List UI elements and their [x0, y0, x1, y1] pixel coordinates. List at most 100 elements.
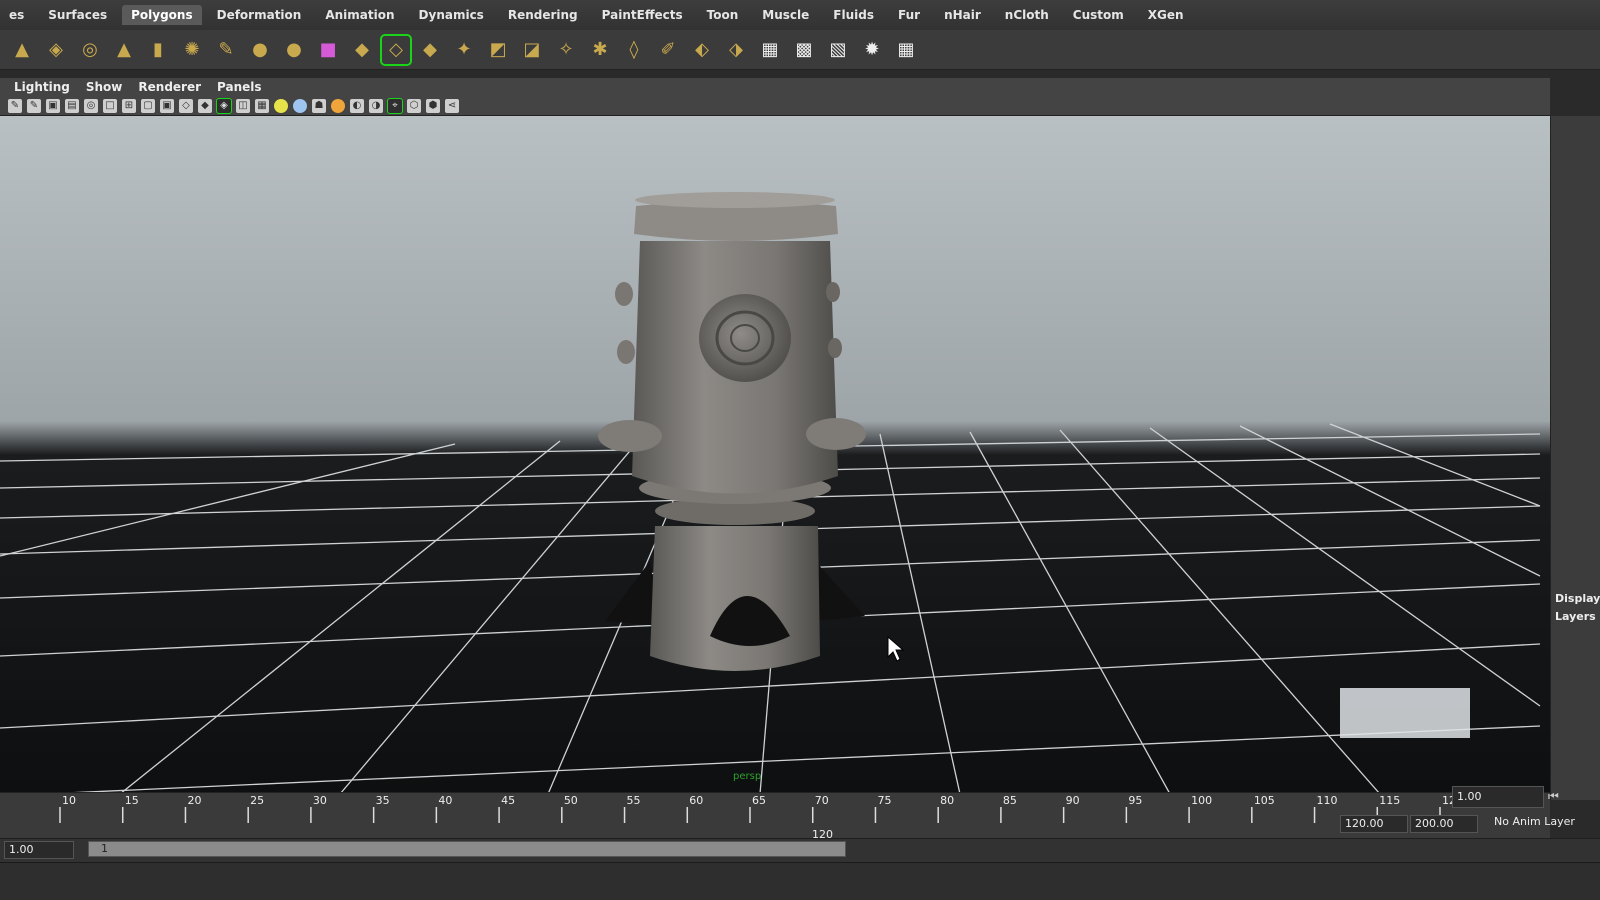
2d-pan-zoom-icon[interactable]: ◎: [84, 98, 98, 113]
status-line: [0, 862, 1600, 900]
extract-icon[interactable]: ◆: [416, 36, 444, 64]
current-frame-field[interactable]: 1.00: [1452, 786, 1544, 808]
shelf-tab-fur[interactable]: Fur: [889, 5, 929, 25]
separate-icon[interactable]: ◇: [380, 33, 412, 66]
display-tab[interactable]: Display: [1555, 592, 1600, 605]
animation-end-field[interactable]: 200.00: [1410, 815, 1478, 833]
shelf-tab-xgen[interactable]: XGen: [1139, 5, 1193, 25]
perspective-viewport[interactable]: [0, 116, 1550, 794]
resolution-gate-icon[interactable]: ▣: [160, 98, 174, 113]
grid-icon[interactable]: ⊞: [122, 98, 136, 113]
grease-pencil-icon[interactable]: □: [103, 98, 117, 113]
append-icon[interactable]: ✱: [586, 36, 614, 64]
shelf-tab-toon[interactable]: Toon: [698, 5, 748, 25]
share-icon[interactable]: ⋖: [445, 98, 459, 113]
anti-aliasing-icon[interactable]: ◐: [350, 98, 364, 113]
uv-automatic-icon[interactable]: ✹: [858, 36, 886, 64]
shelf-tab-fluids[interactable]: Fluids: [824, 5, 883, 25]
combine-icon[interactable]: ◆: [348, 36, 376, 64]
wireframe-on-shaded-icon[interactable]: ◈: [216, 97, 232, 114]
timeline-tick-label: 90: [1066, 794, 1080, 807]
uv-spherical-icon[interactable]: ▧: [824, 36, 852, 64]
plane-icon[interactable]: ◈: [42, 36, 70, 64]
uv-cylindrical-icon[interactable]: ▩: [790, 36, 818, 64]
range-end-label: 120: [812, 828, 833, 841]
panel-menu-lighting[interactable]: Lighting: [14, 80, 70, 94]
timeline-tick-label: 35: [376, 794, 390, 807]
timeline-tick-label: 10: [62, 794, 76, 807]
shelf-tab-bar: es Surfaces Polygons Deformation Animation Dy…: [0, 0, 1600, 30]
xray-joints-icon[interactable]: ⬡: [407, 98, 421, 113]
timeline-tick-label: 110: [1317, 794, 1338, 807]
shelf-tab-surfaces[interactable]: Surfaces: [39, 5, 116, 25]
smooth-shade-icon[interactable]: ◆: [198, 98, 212, 113]
offset-edge-icon[interactable]: ⬖: [688, 36, 716, 64]
select-camera-icon[interactable]: ✎: [8, 98, 22, 113]
cone-icon[interactable]: ▲: [8, 36, 36, 64]
timeline-tick-label: 55: [627, 794, 641, 807]
image-plane-icon[interactable]: ▤: [65, 98, 79, 113]
go-to-start-icon[interactable]: ⏮: [1548, 789, 1559, 804]
shadows-icon[interactable]: [293, 98, 307, 113]
timeline-tick-label: 100: [1191, 794, 1212, 807]
sphere-helix-icon[interactable]: ●: [280, 36, 308, 64]
wireframe-icon[interactable]: ◇: [179, 98, 193, 113]
motion-blur-icon[interactable]: [331, 98, 345, 113]
pyramid-icon[interactable]: ▲: [110, 36, 138, 64]
timeline-tick-label: 65: [752, 794, 766, 807]
animation-start-field[interactable]: 1.00: [4, 841, 74, 859]
timeline-tick-label: 85: [1003, 794, 1017, 807]
camera-attributes-icon[interactable]: ✎: [27, 98, 41, 113]
extrude-icon[interactable]: ◪: [518, 36, 546, 64]
shelf-tab-nhair[interactable]: nHair: [935, 5, 990, 25]
shelf-tab-polygons[interactable]: Polygons: [122, 5, 202, 25]
xray-icon[interactable]: ◫: [236, 98, 250, 113]
shelf-tab-muscle[interactable]: Muscle: [753, 5, 818, 25]
cylinder-icon[interactable]: ▮: [144, 36, 172, 64]
textured-icon[interactable]: ▦: [255, 98, 269, 113]
isolate-select-icon[interactable]: ⌖: [387, 97, 403, 114]
soccer-ball-icon[interactable]: ✺: [178, 36, 206, 64]
uv-planar-icon[interactable]: ▦: [756, 36, 784, 64]
sphere-icon[interactable]: ●: [246, 36, 274, 64]
anim-layer-dropdown[interactable]: No Anim Layer: [1494, 815, 1575, 828]
xray-active-icon[interactable]: ⬢: [426, 98, 440, 113]
timeline-tick-label: 40: [438, 794, 452, 807]
layers-menu[interactable]: Layers: [1555, 610, 1596, 623]
timeline-tick-label: 70: [815, 794, 829, 807]
timeline-tick-label: 50: [564, 794, 578, 807]
shelf-tab-painteffects[interactable]: PaintEffects: [593, 5, 692, 25]
uv-checker-icon[interactable]: ▦: [892, 36, 920, 64]
time-slider[interactable]: 10 15 20 25 30 35 40 45 50 55 60 65 70 75 80 85 90 95 100 1…: [0, 792, 1550, 838]
shelf-tab-custom[interactable]: Custom: [1064, 5, 1133, 25]
bridge-icon[interactable]: ✧: [552, 36, 580, 64]
screen-glare: [1340, 688, 1470, 738]
depth-of-field-icon[interactable]: ◑: [369, 98, 383, 113]
reduce-icon[interactable]: ◩: [484, 36, 512, 64]
bookmark-icon[interactable]: ▣: [46, 98, 60, 113]
panel-menu-show[interactable]: Show: [86, 80, 123, 94]
shelf-tab-deformation[interactable]: Deformation: [208, 5, 311, 25]
screen-space-ao-icon[interactable]: ☗: [312, 98, 326, 113]
smooth-icon[interactable]: ✦: [450, 36, 478, 64]
shelf-tab-animation[interactable]: Animation: [316, 5, 403, 25]
camera-name-label: persp: [733, 771, 762, 782]
timeline-tick-label: 95: [1128, 794, 1142, 807]
shelf-tab-dynamics[interactable]: Dynamics: [410, 5, 493, 25]
panel-menu-renderer[interactable]: Renderer: [138, 80, 201, 94]
shelf-tab-rendering[interactable]: Rendering: [499, 5, 587, 25]
split-icon[interactable]: ◊: [620, 36, 648, 64]
panel-menu-panels[interactable]: Panels: [217, 80, 262, 94]
playback-end-field[interactable]: 120.00: [1340, 815, 1408, 833]
shelf-tab-ncloth[interactable]: nCloth: [996, 5, 1058, 25]
shelf-tab-es[interactable]: es: [0, 5, 33, 25]
insert-edge-icon[interactable]: ✐: [654, 36, 682, 64]
time-slider-ruler: 10 15 20 25 30 35 40 45 50 55 60 65 70 75 80 85 90 95 100 1…: [59, 794, 1463, 823]
use-all-lights-icon[interactable]: [274, 98, 288, 113]
range-slider[interactable]: 1 120: [88, 828, 846, 857]
torus-icon[interactable]: ◎: [76, 36, 104, 64]
pipe-icon[interactable]: ✎: [212, 36, 240, 64]
wedge-icon[interactable]: ⬗: [722, 36, 750, 64]
cube-icon[interactable]: ■: [314, 36, 342, 64]
film-gate-icon[interactable]: ▢: [141, 98, 155, 113]
